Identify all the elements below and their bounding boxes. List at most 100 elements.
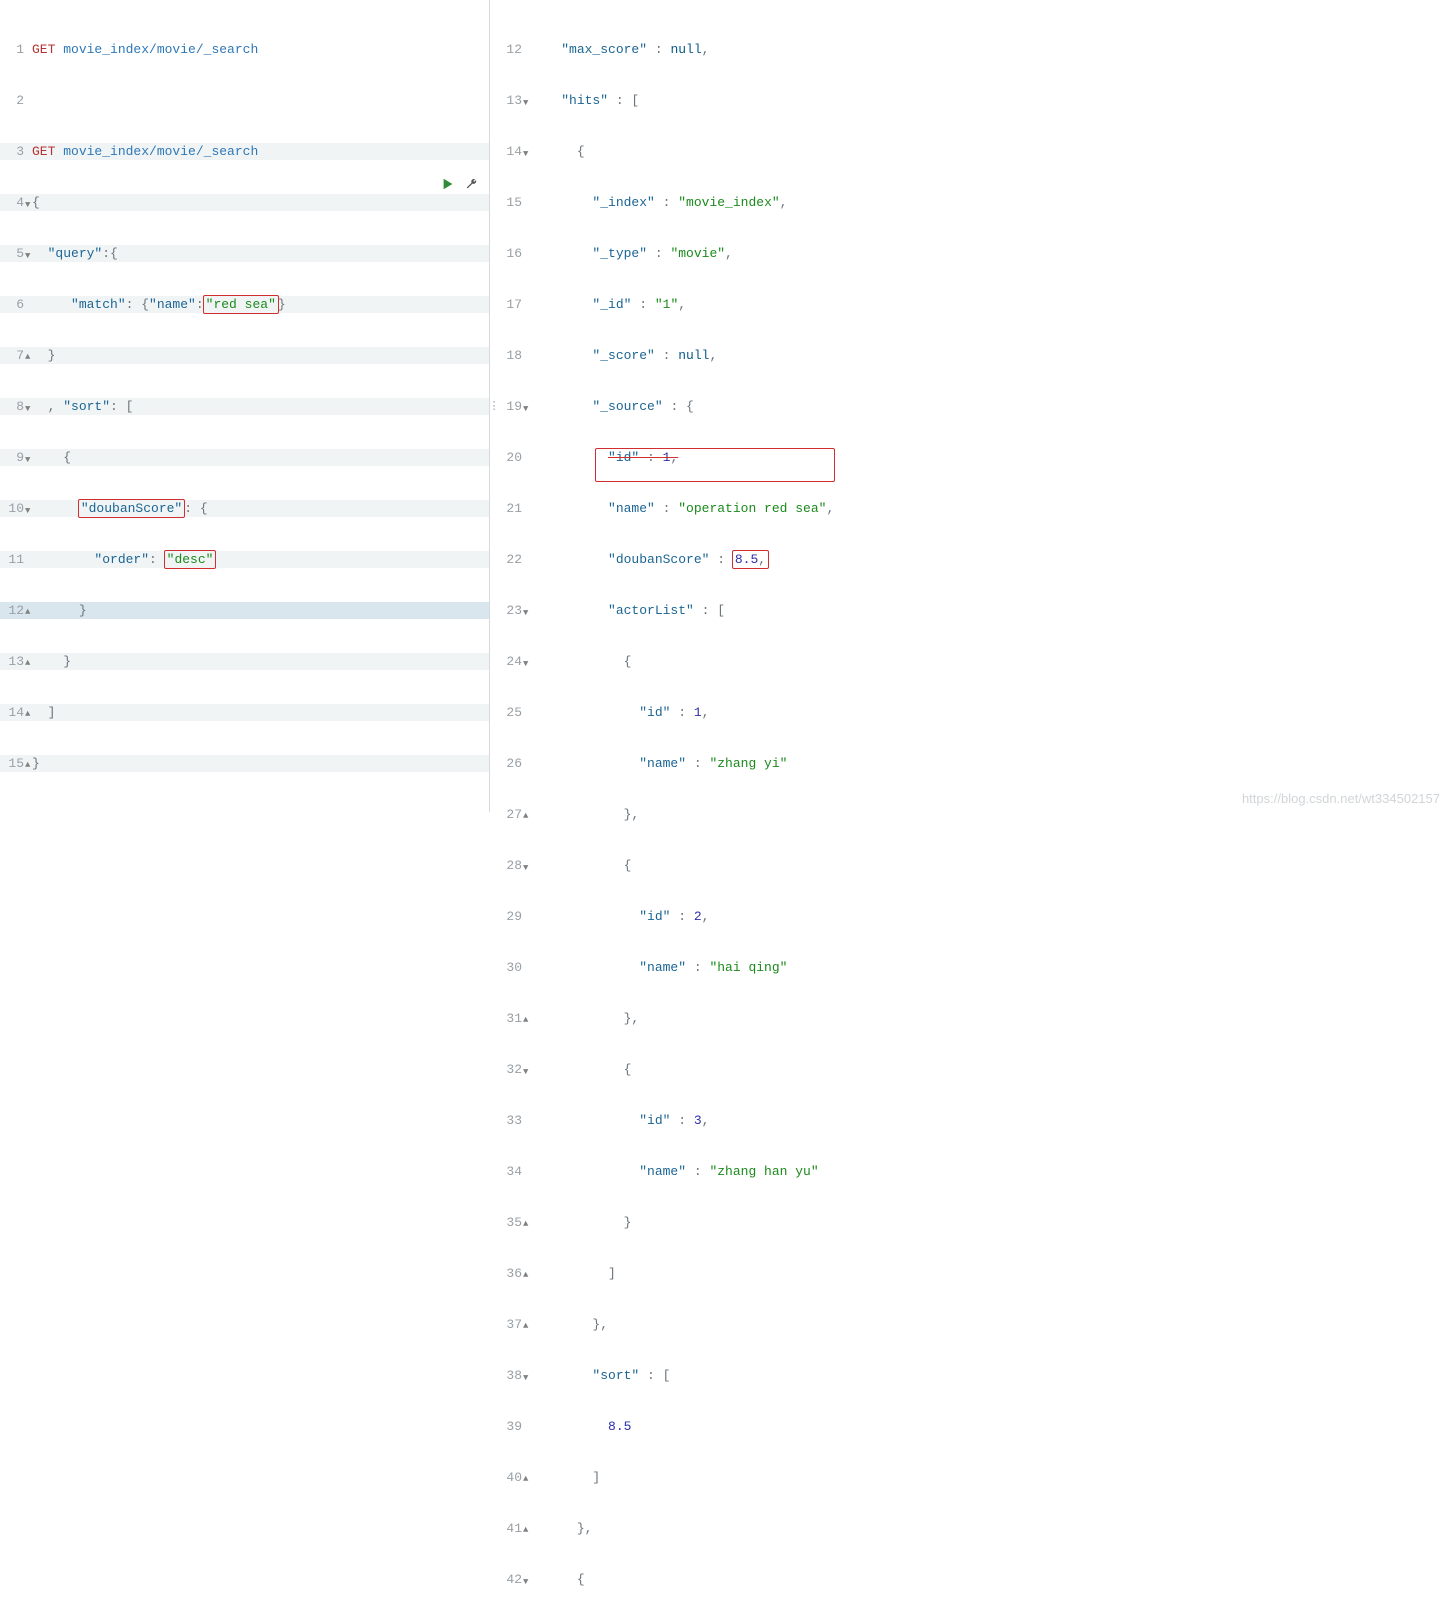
json-key: "name": [639, 1164, 686, 1179]
fold-icon[interactable]: ▲: [523, 1318, 528, 1335]
json-value: "red sea": [206, 297, 276, 312]
json-key: "actorList": [608, 603, 694, 618]
fold-icon[interactable]: ▲: [25, 757, 30, 774]
fold-icon[interactable]: ▼: [25, 452, 30, 469]
json-value: 8.5: [735, 552, 758, 567]
fold-icon[interactable]: ▼: [523, 401, 528, 418]
fold-icon[interactable]: ▼: [25, 401, 30, 418]
fold-icon[interactable]: ▼: [523, 1574, 528, 1591]
json-value: "hai qing": [709, 960, 787, 975]
json-key: "_index": [592, 1623, 654, 1624]
json-value: null: [678, 348, 709, 363]
line-number: 16: [498, 245, 530, 262]
json-key: "id": [639, 705, 670, 720]
fold-icon[interactable]: ▲: [523, 1522, 528, 1539]
json-value: 3: [694, 1113, 702, 1128]
json-key: "sort": [63, 399, 110, 414]
json-key: "id": [639, 909, 670, 924]
json-key: "max_score": [561, 42, 647, 57]
fold-icon[interactable]: ▲: [523, 1012, 528, 1029]
json-value: null: [670, 42, 701, 57]
request-editor-panel: 1GET movie_index/movie/_search 2 3GET mo…: [0, 0, 490, 812]
fold-icon[interactable]: ▼: [25, 197, 30, 214]
json-key: "sort": [592, 1368, 639, 1383]
fold-icon[interactable]: ▲: [25, 706, 30, 723]
json-key: "match": [71, 297, 126, 312]
http-method: GET: [32, 42, 55, 57]
line-number: 21: [498, 500, 530, 517]
line-number: 15: [498, 194, 530, 211]
fold-icon[interactable]: ▲: [523, 1216, 528, 1233]
panel-resize-handle[interactable]: ⋮: [490, 0, 498, 812]
line-number: 26: [498, 755, 530, 772]
json-value: "desc": [167, 552, 214, 567]
json-value: "1": [655, 297, 678, 312]
json-key: "_index": [592, 195, 654, 210]
fold-icon[interactable]: ▼: [25, 248, 30, 265]
highlight-box: "doubanScore": [78, 499, 185, 518]
fold-icon[interactable]: ▼: [523, 605, 528, 622]
line-number: 12: [498, 41, 530, 58]
json-value: 1: [694, 705, 702, 720]
request-code[interactable]: 1GET movie_index/movie/_search 2 3GET mo…: [0, 7, 489, 812]
fold-icon[interactable]: ▼: [523, 1064, 528, 1081]
json-key: "_score": [592, 348, 654, 363]
fold-icon[interactable]: ▼: [523, 1370, 528, 1387]
json-value: 8.5: [608, 1419, 631, 1434]
watermark: https://blog.csdn.net/wt334502157: [1242, 791, 1440, 806]
request-url: movie_index/movie/_search: [63, 144, 258, 159]
fold-icon[interactable]: ▼: [25, 503, 30, 520]
line-number: 1: [0, 41, 32, 58]
json-value: 2: [694, 909, 702, 924]
line-number: 20: [498, 449, 530, 466]
http-method: GET: [32, 144, 55, 159]
line-number: 39: [498, 1418, 530, 1435]
line-number: 34: [498, 1163, 530, 1180]
highlight-box: "desc": [164, 550, 217, 569]
json-key: "name": [639, 756, 686, 771]
highlight-box: [595, 448, 835, 482]
json-key: "order": [94, 552, 149, 567]
line-number: 25: [498, 704, 530, 721]
fold-icon[interactable]: ▲: [523, 1471, 528, 1488]
request-url: movie_index/movie/_search: [63, 42, 258, 57]
json-key: "doubanScore": [608, 552, 709, 567]
json-key: "query": [48, 246, 103, 261]
json-key: "_id": [592, 297, 631, 312]
line-number: 29: [498, 908, 530, 925]
json-value: "zhang yi": [709, 756, 787, 771]
highlight-box: "red sea": [203, 295, 279, 314]
fold-icon[interactable]: ▼: [523, 146, 528, 163]
json-key: "name": [639, 960, 686, 975]
json-key: "hits": [561, 93, 608, 108]
fold-icon[interactable]: ▼: [523, 860, 528, 877]
line-number: 33: [498, 1112, 530, 1129]
line-number: 18: [498, 347, 530, 364]
json-key: "_source": [592, 399, 662, 414]
line-number: 6: [0, 296, 32, 313]
highlight-box: 8.5,: [732, 550, 769, 569]
fold-icon[interactable]: ▲: [25, 349, 30, 366]
json-value: "movie_index": [678, 195, 779, 210]
line-number: 11: [0, 551, 32, 568]
json-key: "doubanScore": [81, 501, 182, 516]
fold-icon[interactable]: ▼: [523, 656, 528, 673]
json-value: "operation red sea": [678, 501, 826, 516]
json-key: "name": [149, 297, 196, 312]
response-panel: 12 "max_score" : null, 13▼ "hits" : [ 14…: [498, 0, 1452, 812]
json-value: "zhang han yu": [709, 1164, 818, 1179]
fold-icon[interactable]: ▲: [25, 604, 30, 621]
fold-icon[interactable]: ▲: [523, 1267, 528, 1284]
fold-icon[interactable]: ▲: [25, 655, 30, 672]
line-number: 43: [498, 1622, 530, 1624]
line-number: 30: [498, 959, 530, 976]
line-number: 2: [0, 92, 32, 109]
fold-icon[interactable]: ▼: [523, 95, 528, 112]
json-key: "id": [639, 1113, 670, 1128]
json-key: "name": [608, 501, 655, 516]
json-value: "movie": [670, 246, 725, 261]
line-number: 22: [498, 551, 530, 568]
response-code[interactable]: 12 "max_score" : null, 13▼ "hits" : [ 14…: [498, 7, 1452, 1624]
fold-icon[interactable]: ▲: [523, 808, 528, 825]
line-number: 3: [0, 143, 32, 160]
